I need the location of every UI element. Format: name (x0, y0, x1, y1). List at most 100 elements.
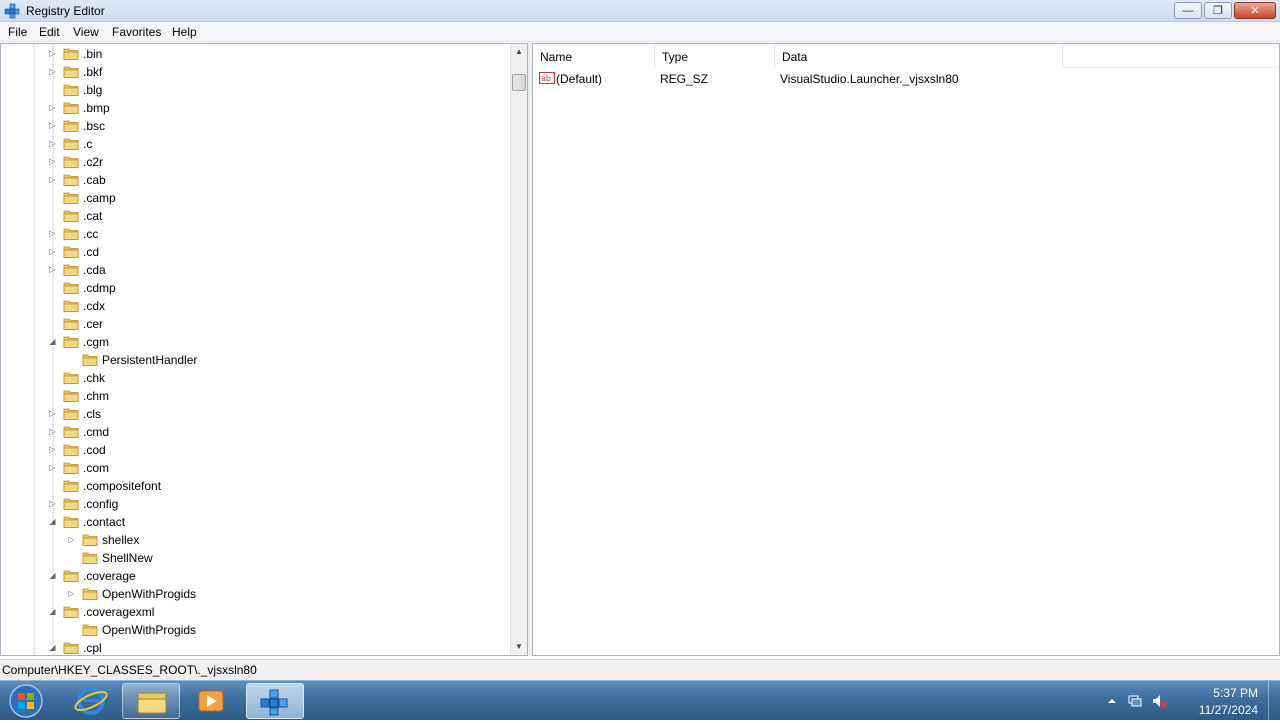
tree-node[interactable]: .cdx (1, 297, 509, 315)
collapsed-arrow-icon[interactable]: ▷ (48, 229, 57, 238)
tree-node-label: .camp (83, 191, 116, 205)
menu-help[interactable]: Help (172, 25, 197, 39)
tree-node[interactable]: ◢ .cpl (1, 639, 509, 655)
menu-favorites[interactable]: Favorites (112, 25, 161, 39)
scroll-up-arrow-icon[interactable]: ▲ (511, 44, 527, 60)
tree-node[interactable]: ▷ .c2r (1, 153, 509, 171)
tree-node-label: .cd (83, 245, 100, 259)
collapsed-arrow-icon[interactable]: ▷ (48, 265, 57, 274)
tree-node[interactable]: .blg (1, 81, 509, 99)
collapsed-arrow-icon[interactable]: ▷ (48, 427, 57, 436)
folder-icon (82, 534, 98, 546)
restore-button[interactable]: ❐ (1204, 2, 1232, 19)
collapsed-arrow-icon[interactable]: ▷ (67, 589, 76, 598)
tree-node[interactable]: ▷ .bsc (1, 117, 509, 135)
tree-node[interactable]: .chk (1, 369, 509, 387)
show-hidden-icons-icon[interactable] (1104, 693, 1120, 709)
start-button[interactable] (6, 683, 46, 719)
tree-node[interactable]: ▷ shellex (1, 531, 509, 549)
tree-node[interactable]: ▷ .c (1, 135, 509, 153)
tree-node[interactable]: .camp (1, 189, 509, 207)
values-pane[interactable]: Name Type Data ab (Default) REG_SZ Visua… (532, 43, 1280, 656)
tree-node[interactable]: ShellNew (1, 549, 509, 567)
collapsed-arrow-icon[interactable]: ▷ (48, 121, 57, 130)
collapsed-arrow-icon[interactable]: ▷ (48, 139, 57, 148)
tree-node[interactable]: ▷ .cmd (1, 423, 509, 441)
collapsed-arrow-icon[interactable]: ▷ (48, 157, 57, 166)
tree-node[interactable]: .cer (1, 315, 509, 333)
menu-view[interactable]: View (73, 25, 99, 39)
collapsed-arrow-icon[interactable]: ▷ (48, 103, 57, 112)
column-header-name[interactable]: Name (533, 44, 655, 68)
folder-icon (63, 480, 79, 492)
tree-node[interactable]: ◢ .coverage (1, 567, 509, 585)
collapsed-arrow-icon[interactable]: ▷ (48, 67, 57, 76)
key-tree-pane[interactable]: ▷ .bin ▷ .bkf .blg ▷ .bmp ▷ .bsc ▷ .c ▷ .c2r ▷ .cab .ca… (0, 43, 528, 656)
registry-editor-window: Registry Editor — ❐ ✕ File Edit View Fav… (0, 0, 1280, 721)
tree-node[interactable]: ▷ .bkf (1, 63, 509, 81)
tree-node[interactable]: .cat (1, 207, 509, 225)
folder-icon (63, 516, 79, 528)
menu-edit[interactable]: Edit (39, 25, 60, 39)
tree-node[interactable]: ▷ .cab (1, 171, 509, 189)
volume-muted-icon[interactable] (1151, 693, 1167, 709)
tree-node[interactable]: ▷ .com (1, 459, 509, 477)
tree-node[interactable]: ▷ .cls (1, 405, 509, 423)
expanded-arrow-icon[interactable]: ◢ (48, 607, 57, 616)
column-header-data[interactable]: Data (775, 44, 1063, 68)
tree-node[interactable]: ◢ .coveragexml (1, 603, 509, 621)
tree-node[interactable]: ▷ .bin (1, 45, 509, 63)
clock-date[interactable]: 11/27/2024 (1199, 703, 1258, 717)
expanded-arrow-icon[interactable]: ◢ (48, 517, 57, 526)
tree-node[interactable]: ▷ .cda (1, 261, 509, 279)
scroll-thumb[interactable] (512, 74, 526, 91)
collapsed-arrow-icon[interactable]: ▷ (48, 49, 57, 58)
close-button[interactable]: ✕ (1234, 2, 1276, 19)
tree-node[interactable]: ▷ OpenWithProgids (1, 585, 509, 603)
taskbar-registry-editor[interactable] (246, 683, 304, 719)
taskbar-internet-explorer[interactable] (62, 683, 120, 719)
tree-node[interactable]: PersistentHandler (1, 351, 509, 369)
tree-node[interactable]: ▷ .cd (1, 243, 509, 261)
collapsed-arrow-icon[interactable]: ▷ (48, 409, 57, 418)
tree-node-label: .cmd (83, 425, 110, 439)
collapsed-arrow-icon[interactable]: ▷ (48, 175, 57, 184)
collapsed-arrow-icon[interactable]: ▷ (48, 247, 57, 256)
tree-node[interactable]: .compositefont (1, 477, 509, 495)
taskbar-windows-explorer[interactable] (122, 683, 180, 719)
tree-node[interactable]: ◢ .contact (1, 513, 509, 531)
tree-node[interactable]: .cdmp (1, 279, 509, 297)
expanded-arrow-icon[interactable]: ◢ (48, 643, 57, 652)
collapsed-arrow-icon[interactable]: ▷ (67, 535, 76, 544)
taskbar-media-player[interactable] (182, 683, 240, 719)
collapsed-arrow-icon[interactable]: ▷ (48, 445, 57, 454)
folder-icon (63, 336, 79, 348)
value-data: VisualStudio.Launcher._vjsxsln80 (780, 72, 959, 86)
expanded-arrow-icon[interactable]: ◢ (48, 337, 57, 346)
expanded-arrow-icon[interactable]: ◢ (48, 571, 57, 580)
clock-time[interactable]: 5:37 PM (1213, 686, 1258, 700)
network-icon[interactable] (1127, 693, 1143, 709)
tree-node-label: .bkf (83, 65, 103, 79)
tree-node[interactable]: ▷ .cod (1, 441, 509, 459)
title-bar[interactable]: Registry Editor — ❐ ✕ (0, 0, 1280, 22)
tree-node[interactable]: ▷ .cc (1, 225, 509, 243)
collapsed-arrow-icon[interactable]: ▷ (48, 463, 57, 472)
minimize-button[interactable]: — (1174, 2, 1202, 19)
tree-node-label: .cdmp (83, 281, 116, 295)
tree-node[interactable]: ▷ .bmp (1, 99, 509, 117)
show-desktop-button[interactable] (1268, 681, 1280, 721)
scroll-down-arrow-icon[interactable]: ▼ (511, 639, 527, 655)
collapsed-arrow-icon[interactable]: ▷ (48, 499, 57, 508)
tree-node[interactable]: OpenWithProgids (1, 621, 509, 639)
menu-file[interactable]: File (8, 25, 27, 39)
tree-vertical-scrollbar[interactable]: ▲ ▼ (510, 44, 527, 655)
tree-node[interactable]: ▷ .config (1, 495, 509, 513)
column-header-type[interactable]: Type (655, 44, 775, 68)
tree-node[interactable]: ◢ .cgm (1, 333, 509, 351)
tree-node[interactable]: .chm (1, 387, 509, 405)
value-row[interactable]: ab (Default) REG_SZ VisualStudio.Launche… (533, 69, 1279, 87)
tree-node-label: .cls (83, 407, 101, 421)
folder-icon (63, 426, 79, 438)
tree-node-label: .bmp (83, 101, 110, 115)
